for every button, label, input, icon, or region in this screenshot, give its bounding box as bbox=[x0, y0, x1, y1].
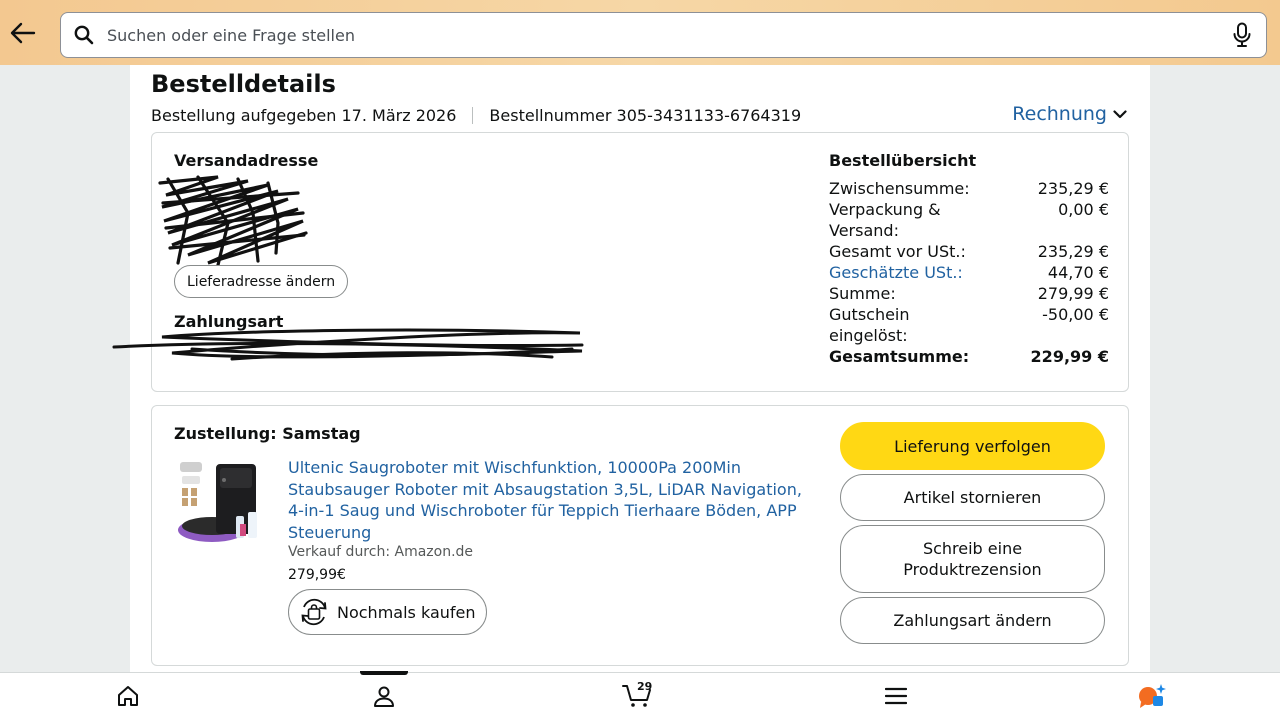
invoice-label: Rechnung bbox=[1012, 103, 1107, 125]
summary-value: 235,29 € bbox=[1037, 179, 1109, 198]
summary-label: Gutschein eingelöst: bbox=[829, 305, 910, 345]
cancel-item-button[interactable]: Artikel stornieren bbox=[840, 474, 1105, 521]
bottom-navigation: 29 bbox=[0, 671, 1280, 718]
menu-icon[interactable] bbox=[866, 673, 926, 718]
summary-value: 229,99 € bbox=[1030, 347, 1109, 366]
summary-value: 279,99 € bbox=[1037, 284, 1109, 303]
buy-again-icon bbox=[301, 598, 327, 626]
summary-label: Verpackung & Versand: bbox=[829, 200, 941, 240]
redacted-address-scribble bbox=[158, 175, 308, 267]
summary-value: 235,29 € bbox=[1037, 242, 1109, 261]
order-meta: Bestellung aufgegeben 17. März 2026 Best… bbox=[151, 106, 801, 125]
summary-label: Summe: bbox=[829, 284, 896, 303]
order-summary: Bestellübersicht Zwischensumme: 235,29 €… bbox=[829, 151, 1109, 367]
estimated-tax-link[interactable]: Geschätzte USt.: bbox=[829, 262, 989, 283]
home-icon[interactable] bbox=[98, 673, 158, 718]
chevron-down-icon bbox=[1113, 109, 1127, 118]
summary-row-voucher: Gutschein eingelöst: -50,00 € bbox=[829, 304, 1109, 346]
back-arrow-icon[interactable] bbox=[8, 18, 38, 48]
search-icon bbox=[61, 12, 107, 58]
delivery-card: Zustellung: Samstag Ultenic Saugroboter … bbox=[151, 405, 1129, 666]
summary-label: Gesamt vor USt.: bbox=[829, 242, 966, 261]
seller-info: Verkauf durch: Amazon.de bbox=[288, 544, 474, 560]
summary-value: -50,00 € bbox=[1042, 305, 1109, 324]
buy-again-button[interactable]: Nochmals kaufen bbox=[288, 589, 487, 635]
top-header bbox=[0, 0, 1280, 65]
summary-row-pretax: Gesamt vor USt.: 235,29 € bbox=[829, 241, 1109, 262]
order-number: Bestellnummer 305-3431133-6764319 bbox=[489, 106, 802, 125]
summary-value: 0,00 € bbox=[1058, 200, 1109, 219]
buy-again-label: Nochmals kaufen bbox=[337, 602, 476, 622]
search-bar[interactable] bbox=[60, 12, 1267, 58]
summary-label: Zwischensumme: bbox=[829, 179, 970, 198]
order-info-card: Versandadresse Lieferadresse ändern Zahl… bbox=[112, 132, 1129, 392]
summary-row-grand-total: Gesamtsumme: 229,99 € bbox=[829, 346, 1109, 367]
product-price: 279,99€ bbox=[288, 567, 346, 583]
redacted-payment-scribble bbox=[112, 328, 584, 361]
summary-value: 44,70 € bbox=[1047, 263, 1109, 282]
track-package-button[interactable]: Lieferung verfolgen bbox=[840, 422, 1105, 470]
order-details-page: Bestelldetails Bestellung aufgegeben 17.… bbox=[112, 65, 1150, 672]
order-date: Bestellung aufgegeben 17. März 2026 bbox=[151, 106, 457, 125]
cart-count: 29 bbox=[637, 680, 653, 693]
summary-label: Gesamtsumme: bbox=[829, 347, 970, 366]
microphone-icon[interactable] bbox=[1218, 12, 1266, 58]
summary-row-subtotal: Zwischensumme: 235,29 € bbox=[829, 178, 1109, 199]
summary-row-tax: Geschätzte USt.: 44,70 € bbox=[829, 262, 1109, 283]
page-title: Bestelldetails bbox=[151, 70, 336, 98]
cart-icon[interactable]: 29 bbox=[608, 673, 668, 718]
account-icon[interactable] bbox=[354, 673, 414, 718]
product-title-link[interactable]: Ultenic Saugroboter mit Wischfunktion, 1… bbox=[288, 457, 808, 543]
summary-row-shipping: Verpackung & Versand: 0,00 € bbox=[829, 199, 1109, 241]
shipping-address-label: Versandadresse bbox=[174, 151, 319, 170]
write-review-button[interactable]: Schreib eine Produktrezension bbox=[840, 525, 1105, 593]
search-input[interactable] bbox=[107, 25, 1218, 45]
rufus-assistant-icon[interactable] bbox=[1122, 673, 1182, 718]
divider bbox=[472, 107, 474, 124]
summary-title: Bestellübersicht bbox=[829, 151, 977, 170]
summary-row-total: Summe: 279,99 € bbox=[829, 283, 1109, 304]
change-payment-button[interactable]: Zahlungsart ändern bbox=[840, 597, 1105, 644]
product-image[interactable] bbox=[174, 458, 264, 550]
change-address-button[interactable]: Lieferadresse ändern bbox=[174, 265, 349, 298]
delivery-label: Zustellung: Samstag bbox=[174, 424, 361, 443]
invoice-dropdown[interactable]: Rechnung bbox=[1012, 103, 1127, 125]
